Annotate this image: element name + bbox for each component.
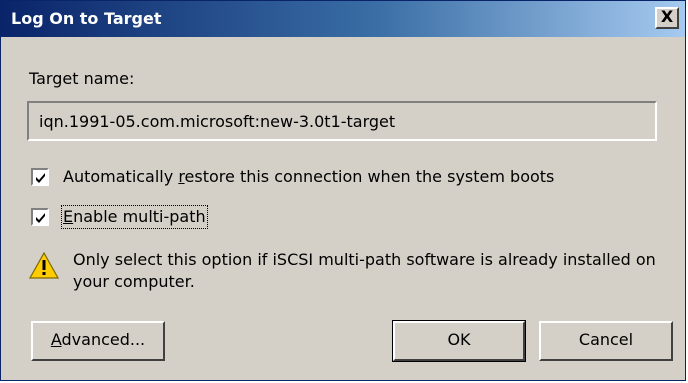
target-name-field[interactable]: iqn.1991-05.com.microsoft:new-3.0t1-targ… bbox=[27, 101, 657, 141]
close-button[interactable]: X bbox=[655, 7, 679, 29]
advanced-button[interactable]: Advanced... bbox=[31, 321, 165, 361]
checkmark-icon bbox=[36, 173, 45, 183]
warning-icon bbox=[29, 251, 59, 279]
multipath-warning-text: Only select this option if iSCSI multi-p… bbox=[73, 250, 656, 291]
log-on-to-target-dialog: Log On to Target X Target name: iqn.1991… bbox=[0, 0, 686, 381]
multipath-label[interactable]: Enable multi-path bbox=[61, 205, 208, 229]
auto-restore-checkbox[interactable] bbox=[31, 168, 49, 186]
close-icon: X bbox=[660, 7, 674, 26]
ok-button[interactable]: OK bbox=[392, 320, 526, 362]
cancel-button[interactable]: Cancel bbox=[539, 321, 673, 361]
auto-restore-label[interactable]: Automatically restore this connection wh… bbox=[63, 167, 554, 187]
multipath-checkbox[interactable] bbox=[31, 208, 49, 226]
title-bar[interactable]: Log On to Target X bbox=[1, 1, 685, 37]
window-title: Log On to Target bbox=[11, 9, 162, 28]
target-name-value: iqn.1991-05.com.microsoft:new-3.0t1-targ… bbox=[39, 112, 396, 131]
target-name-label: Target name: bbox=[29, 69, 135, 88]
checkmark-icon bbox=[36, 213, 45, 223]
